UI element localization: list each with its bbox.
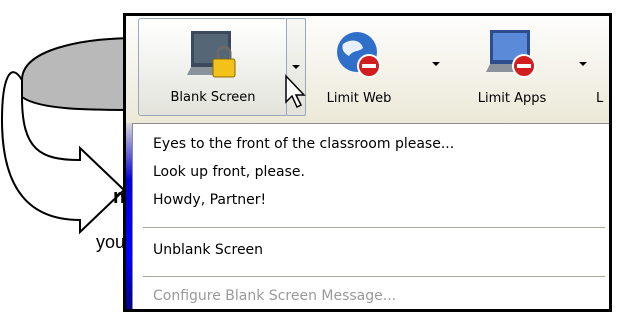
monitor-blocked-icon bbox=[486, 30, 536, 78]
dropdown-arrow-icon bbox=[292, 65, 300, 69]
globe-blocked-icon bbox=[337, 32, 381, 78]
blank-screen-label: Blank Screen bbox=[170, 90, 256, 105]
toolbar: Blank Screen Limit Web Limit Apps L bbox=[126, 16, 609, 123]
limit-web-button[interactable]: Limit Web bbox=[312, 18, 406, 116]
next-toolbar-button[interactable]: L bbox=[596, 18, 609, 116]
limit-web-dropdown-arrow-icon[interactable] bbox=[432, 62, 440, 66]
menu-item-look-up-front[interactable]: Look up front, please. bbox=[153, 164, 305, 180]
limit-apps-dropdown-arrow-icon[interactable] bbox=[579, 62, 587, 66]
monitor-lock-icon bbox=[187, 31, 236, 78]
limit-web-label: Limit Web bbox=[326, 91, 392, 106]
mouse-pointer-icon bbox=[285, 74, 306, 109]
next-toolbar-label: L bbox=[596, 91, 604, 106]
menu-item-eyes-front[interactable]: Eyes to the front of the classroom pleas… bbox=[153, 136, 454, 152]
limit-apps-button[interactable]: Limit Apps bbox=[452, 18, 572, 116]
menu-separator bbox=[143, 276, 605, 278]
curved-arrow-graphic bbox=[0, 36, 139, 235]
blank-screen-menu: Eyes to the front of the classroom pleas… bbox=[132, 123, 609, 309]
blank-screen-button[interactable]: Blank Screen bbox=[138, 18, 288, 116]
menu-item-howdy-partner[interactable]: Howdy, Partner! bbox=[153, 192, 266, 208]
menu-item-unblank-screen[interactable]: Unblank Screen bbox=[153, 242, 263, 258]
menu-item-configure-message: Configure Blank Screen Message... bbox=[153, 288, 397, 304]
cropped-text-fragment: you bbox=[96, 232, 126, 252]
screenshot-frame: Blank Screen Limit Web Limit Apps L Eyes… bbox=[123, 13, 612, 312]
limit-apps-label: Limit Apps bbox=[477, 91, 547, 106]
menu-separator bbox=[143, 227, 605, 229]
